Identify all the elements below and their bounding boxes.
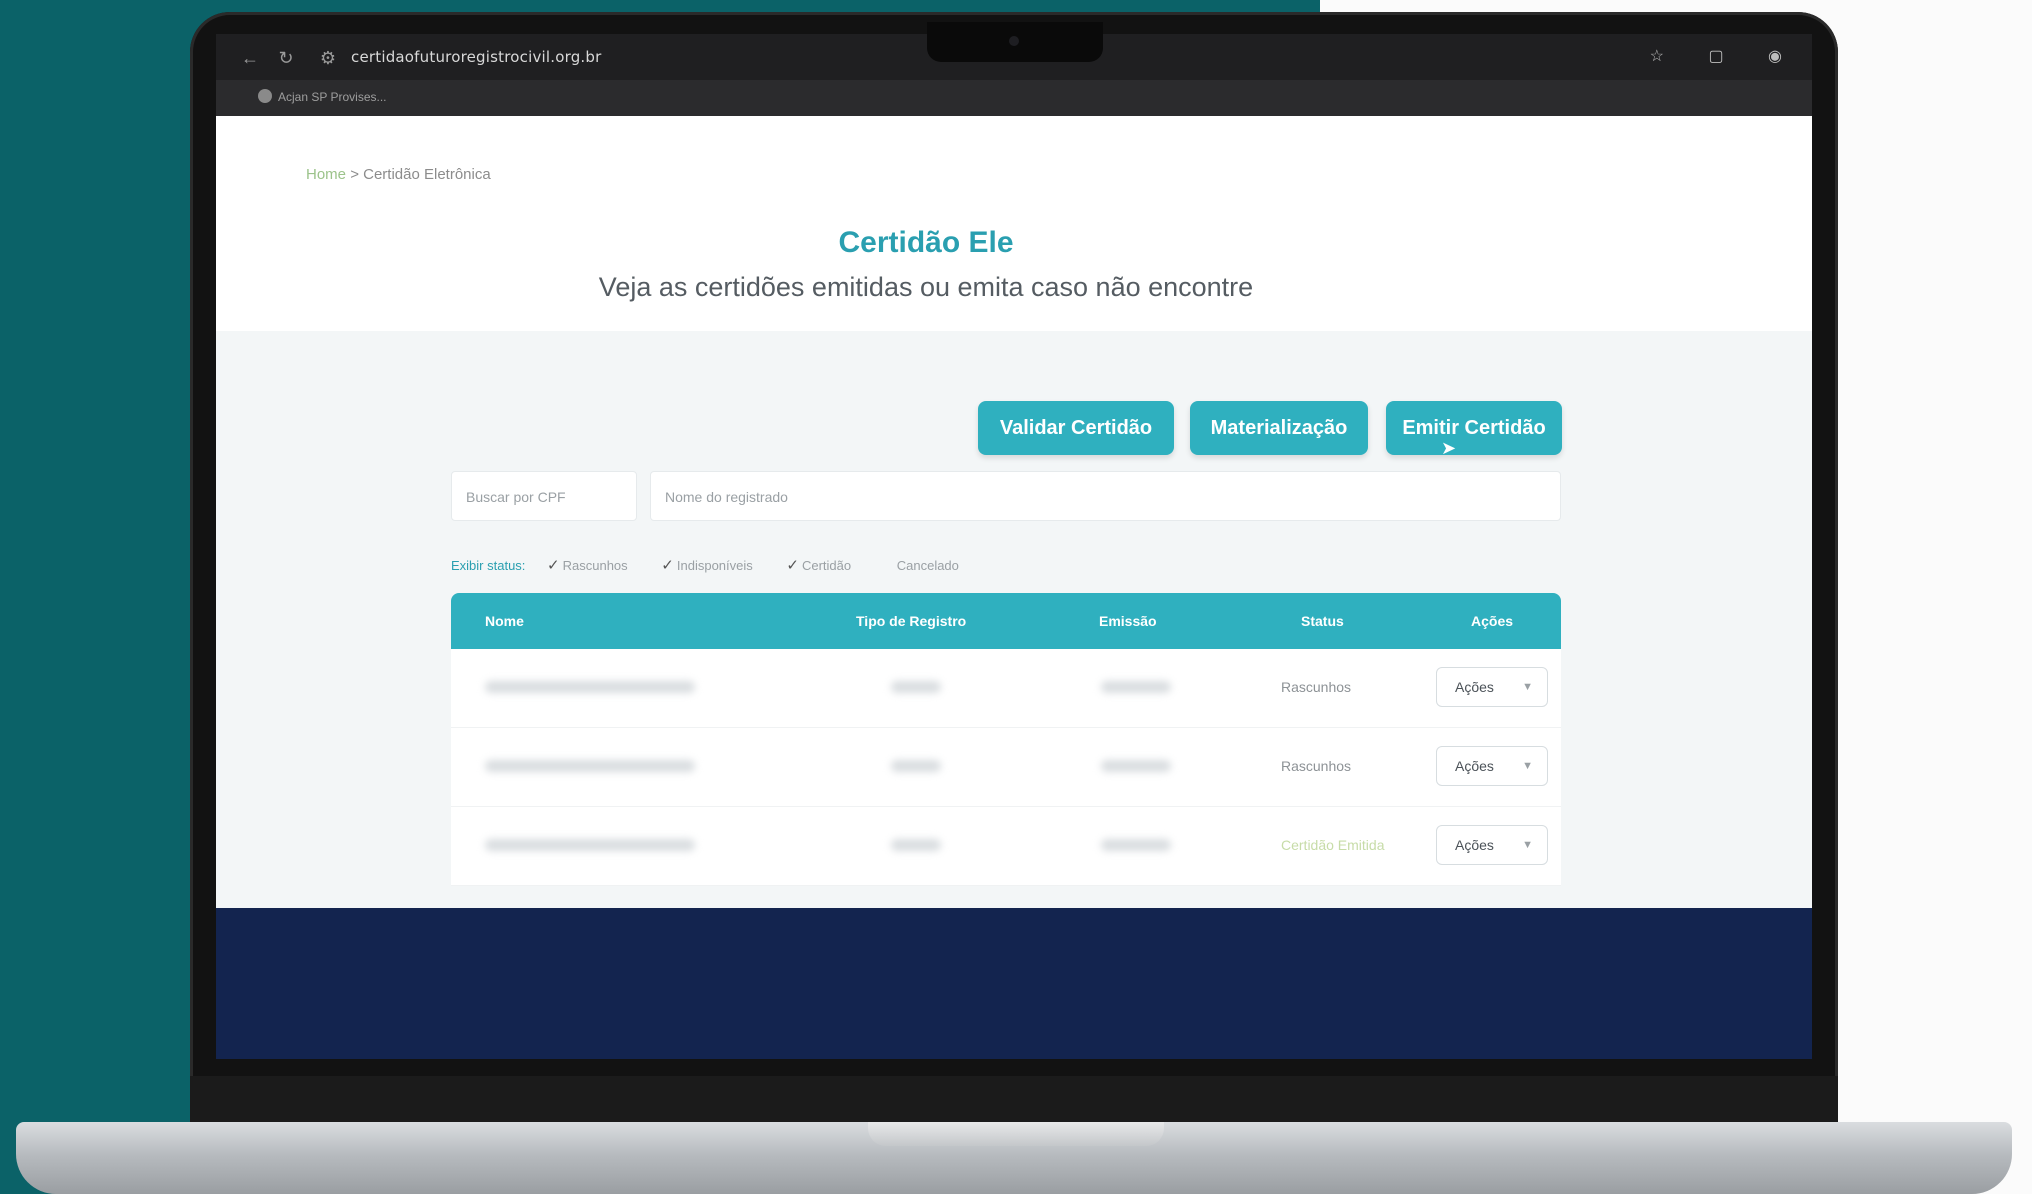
filter-cancelado[interactable]: Cancelado [897,558,959,573]
blurred-name [485,839,695,851]
check-icon: ✓ [786,557,799,574]
blurred-type [891,760,941,772]
blurred-date [1101,681,1171,693]
blurred-type [891,839,941,851]
breadcrumb: Home > Certidão Eletrônica [306,166,491,183]
actions-dropdown[interactable]: Ações ▼ [1436,825,1548,865]
reload-icon[interactable]: ↻ [274,46,298,70]
table-row[interactable]: Certidão Emitida Ações ▼ [451,807,1561,886]
chevron-down-icon: ▼ [1522,839,1533,851]
page-subtitle: Veja as certidões emitidas ou emita caso… [598,272,1254,302]
filter-indisponiveis[interactable]: ✓ Indisponíveis [661,556,752,574]
status-badge: Rascunhos [1281,679,1352,695]
laptop-screen: ← ↻ ⚙ certidaofuturoregistrocivil.org.br… [216,34,1812,1059]
breadcrumb-home[interactable]: Home [306,166,346,183]
actions-dropdown[interactable]: Ações ▼ [1436,746,1548,786]
filter-certidao[interactable]: ✓ Certidão [786,556,851,574]
bookmark-star-icon[interactable]: ☆ [1650,48,1664,65]
status-badge: Certidão Emitida [1281,837,1385,853]
column-header-acoes: Ações [1471,613,1514,629]
blurred-name [485,681,695,693]
chevron-down-icon: ▼ [1522,760,1533,772]
column-header-nome[interactable]: Nome [485,613,524,629]
page-title: Certidão Ele [838,226,1014,259]
blurred-name [485,760,695,772]
blurred-date [1101,839,1171,851]
name-search-input[interactable]: Nome do registrado [650,471,1561,521]
globe-icon [258,89,272,103]
column-header-emissao[interactable]: Emissão [1099,613,1157,629]
certificates-table: Nome Tipo de Registro Emissão Status Açõ… [451,593,1561,886]
extensions-icon[interactable]: ▢ [1708,48,1723,65]
site-settings-icon[interactable]: ⚙ [316,46,340,70]
column-header-tipo[interactable]: Tipo de Registro [856,613,966,629]
address-bar[interactable]: certidaofuturoregistrocivil.org.br [351,48,602,66]
actions-dropdown[interactable]: Ações ▼ [1436,667,1548,707]
emitir-certidao-button[interactable]: Emitir Certidão [1386,401,1562,455]
camera-icon [1009,36,1019,46]
breadcrumb-separator: > [350,166,359,183]
table-header: Nome Tipo de Registro Emissão Status Açõ… [451,593,1561,649]
table-row[interactable]: Rascunhos Ações ▼ [451,649,1561,728]
page-footer [216,908,1812,1059]
profile-icon[interactable]: ◉ [1768,48,1782,65]
mouse-cursor-icon: ➤ [1441,438,1457,458]
status-badge: Rascunhos [1281,758,1352,774]
blurred-date [1101,760,1171,772]
browser-actions: ☆ ▢ ◉ [1610,46,1782,66]
laptop-opening-groove [868,1122,1164,1146]
check-icon: ✓ [661,557,674,574]
camera-notch [927,22,1103,62]
bookmarks-bar: Acjan SP Provises... [216,80,1812,116]
page-content: Home > Certidão Eletrônica Certidão Ele … [216,116,1812,1059]
filter-label: Exibir status: [451,558,526,573]
check-icon: ✓ [547,557,560,574]
validar-certidao-button[interactable]: Validar Certidão [978,401,1174,455]
back-icon[interactable]: ← [238,46,262,70]
bookmark-item[interactable]: Acjan SP Provises... [278,90,387,104]
status-filters: Exibir status: ✓ Rascunhos ✓ Indisponíveis… [451,556,989,574]
blurred-type [891,681,941,693]
table-row[interactable]: Rascunhos Ações ▼ [451,728,1561,807]
filter-rascunhos[interactable]: ✓ Rascunhos [547,556,628,574]
materializacao-button[interactable]: Materialização [1190,401,1368,455]
cpf-search-input[interactable]: Buscar por CPF [451,471,637,521]
breadcrumb-current: Certidão Eletrônica [363,166,491,183]
column-header-status[interactable]: Status [1301,613,1344,629]
page-hero: Home > Certidão Eletrônica Certidão Ele … [216,116,1812,331]
chevron-down-icon: ▼ [1522,681,1533,693]
laptop-hinge [190,1076,1838,1122]
